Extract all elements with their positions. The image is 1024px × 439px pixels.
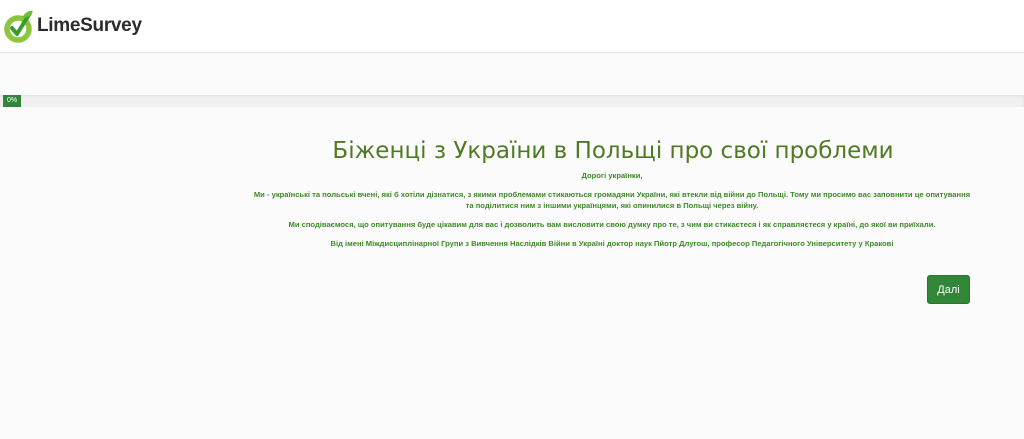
brand[interactable]: LimeSurvey [4,8,142,44]
progress-bar-fill: 0% [3,95,21,107]
survey-title: Біженці з України в Польщі про свої проб… [332,138,894,164]
welcome-paragraph-1: Ми - українські та польські вчені, які б… [253,190,971,210]
next-button[interactable]: Далі [927,275,970,304]
welcome-paragraph-2: Ми сподіваємося, що опитування буде ціка… [288,220,936,229]
welcome-text: Дорогі українки, Ми - українські та поль… [252,170,972,257]
welcome-signature: Від імені Міждисциплінарної Групи з Вивч… [330,239,894,248]
progress-bar-track: 0% [0,95,1024,107]
progress-label: 0% [6,97,18,104]
brand-name: LimeSurvey [37,15,142,36]
welcome-greeting: Дорогі українки, [581,171,643,180]
top-navbar: LimeSurvey [0,0,1024,53]
limesurvey-logo-icon [4,10,33,43]
